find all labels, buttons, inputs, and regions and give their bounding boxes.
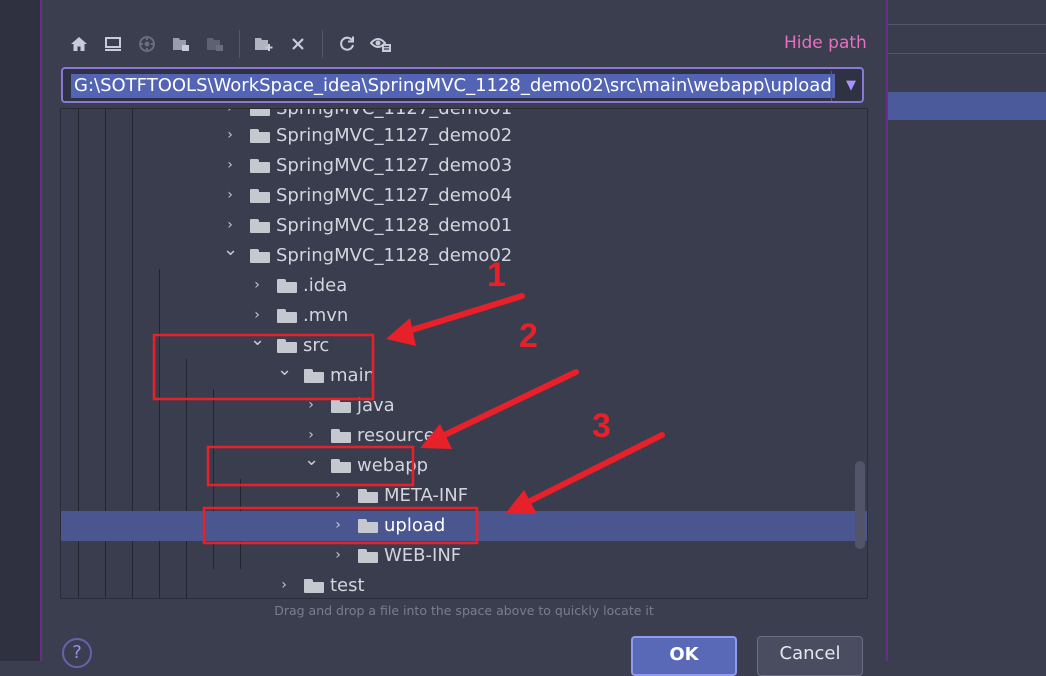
- help-button[interactable]: ?: [62, 638, 92, 668]
- chevron-right-icon[interactable]: ›: [223, 216, 237, 234]
- folder-icon: [331, 459, 351, 473]
- folder-icon: [277, 309, 297, 323]
- chevron-down-icon[interactable]: ⌄: [250, 331, 265, 349]
- chevron-right-icon[interactable]: ›: [223, 109, 237, 117]
- chevron-right-icon[interactable]: ›: [223, 156, 237, 174]
- tree-row[interactable]: › SpringMVC_1127_demo03: [61, 151, 867, 181]
- tree-row-label: SpringMVC_1127_demo04: [276, 185, 513, 206]
- tree-row-label: java: [357, 395, 395, 416]
- chevron-right-icon[interactable]: ›: [250, 306, 264, 324]
- folder-icon: [250, 109, 270, 116]
- folder-icon: [358, 549, 378, 563]
- chevron-right-icon[interactable]: ›: [304, 426, 318, 444]
- dialog-left-border: [40, 0, 42, 661]
- chevron-right-icon[interactable]: ›: [304, 396, 318, 414]
- tree-row-label: upload: [384, 515, 446, 536]
- chevron-down-icon[interactable]: ▼: [841, 77, 861, 95]
- tree-row-label: SpringMVC_1128_demo02: [276, 245, 513, 266]
- chevron-right-icon[interactable]: ›: [331, 516, 345, 534]
- dialog-right-border: [886, 0, 888, 661]
- desktop-icon[interactable]: [100, 31, 126, 57]
- project-icon[interactable]: [134, 31, 160, 57]
- tree-scrollbar-thumb[interactable]: [855, 461, 865, 549]
- path-divider: [831, 71, 832, 101]
- background-selection: [888, 92, 1046, 120]
- tree-row-label: src: [303, 335, 330, 356]
- path-field[interactable]: G:\SOTFTOOLS\WorkSpace_idea\SpringMVC_11…: [61, 67, 864, 103]
- tree-row[interactable]: ⌄ main: [61, 361, 867, 391]
- tree-row[interactable]: › resources: [61, 421, 867, 451]
- tree-row-label: SpringMVC_1127_demo01: [276, 108, 513, 119]
- tree-row-label: WEB-INF: [384, 545, 462, 566]
- tree-row[interactable]: › SpringMVC_1128_demo01: [61, 211, 867, 241]
- library-icon[interactable]: [202, 31, 228, 57]
- folder-icon: [358, 489, 378, 503]
- background-right-panel: [886, 0, 1046, 661]
- folder-icon: [304, 579, 324, 593]
- folder-icon: [331, 429, 351, 443]
- folder-icon: [277, 339, 297, 353]
- tree-row-label: SpringMVC_1127_demo03: [276, 155, 513, 176]
- background-divider: [888, 53, 1046, 54]
- tree-row[interactable]: › SpringMVC_1127_demo04: [61, 181, 867, 211]
- chevron-right-icon[interactable]: ›: [331, 486, 345, 504]
- chevron-right-icon[interactable]: ›: [331, 546, 345, 564]
- refresh-icon[interactable]: [334, 31, 360, 57]
- background-divider: [888, 24, 1046, 25]
- toolbar-separator: [322, 30, 323, 58]
- chevron-down-icon[interactable]: ⌄: [277, 361, 292, 379]
- tree-row-label: SpringMVC_1128_demo01: [276, 215, 513, 236]
- tree-row-label: .idea: [303, 275, 348, 296]
- tree-row[interactable]: › SpringMVC_1127_demo02: [61, 121, 867, 151]
- tree-row[interactable]: › .mvn: [61, 301, 867, 331]
- tree-row-label: resources: [357, 425, 445, 446]
- chevron-down-icon[interactable]: ⌄: [304, 451, 319, 469]
- path-input-text[interactable]: G:\SOTFTOOLS\WorkSpace_idea\SpringMVC_11…: [71, 74, 835, 98]
- drag-drop-hint: Drag and drop a file into the space abov…: [274, 603, 654, 618]
- folder-tree[interactable]: › SpringMVC_1127_demo01 › SpringMVC_1127_de…: [60, 108, 868, 599]
- tree-row[interactable]: › java: [61, 391, 867, 421]
- folder-icon: [358, 519, 378, 533]
- tree-row-label: META-INF: [384, 485, 469, 506]
- toolbar: [66, 28, 394, 60]
- chevron-down-icon[interactable]: ⌄: [223, 241, 238, 259]
- folder-icon: [304, 369, 324, 383]
- folder-icon: [331, 399, 351, 413]
- folder-icon: [277, 279, 297, 293]
- ok-button[interactable]: OK: [631, 636, 737, 676]
- folder-icon: [250, 249, 270, 263]
- tree-row[interactable]: ⌄ webapp: [61, 451, 867, 481]
- tree-row-label: main: [330, 365, 375, 386]
- background-left-panel: [0, 0, 42, 661]
- tree-row-label: .mvn: [303, 305, 349, 326]
- show-hidden-icon[interactable]: [368, 31, 394, 57]
- folder-icon: [250, 219, 270, 233]
- folder-icon: [250, 189, 270, 203]
- tree-row[interactable]: ⌄ src: [61, 331, 867, 361]
- hide-path-link[interactable]: Hide path: [784, 33, 867, 53]
- chevron-right-icon[interactable]: ›: [223, 126, 237, 144]
- tree-row-label: test: [330, 575, 365, 596]
- tree-row[interactable]: ⌄ SpringMVC_1128_demo02: [61, 241, 867, 271]
- tree-row[interactable]: › test: [61, 571, 867, 598]
- home-icon[interactable]: [66, 31, 92, 57]
- delete-icon[interactable]: [285, 31, 311, 57]
- new-folder-icon[interactable]: [251, 31, 277, 57]
- tree-row[interactable]: › WEB-INF: [61, 541, 867, 571]
- chevron-right-icon[interactable]: ›: [223, 186, 237, 204]
- chevron-right-icon[interactable]: ›: [250, 276, 264, 294]
- cancel-button[interactable]: Cancel: [757, 636, 863, 676]
- folder-icon: [250, 159, 270, 173]
- folder-icon: [250, 129, 270, 143]
- tree-row[interactable]: › .idea: [61, 271, 867, 301]
- toolbar-separator: [239, 30, 240, 58]
- module-icon[interactable]: [168, 31, 194, 57]
- tree-row-label: SpringMVC_1127_demo02: [276, 125, 513, 146]
- tree-row-label: webapp: [357, 455, 429, 476]
- tree-row[interactable]: › upload: [61, 511, 867, 541]
- tree-row[interactable]: › META-INF: [61, 481, 867, 511]
- chevron-right-icon[interactable]: ›: [277, 576, 291, 594]
